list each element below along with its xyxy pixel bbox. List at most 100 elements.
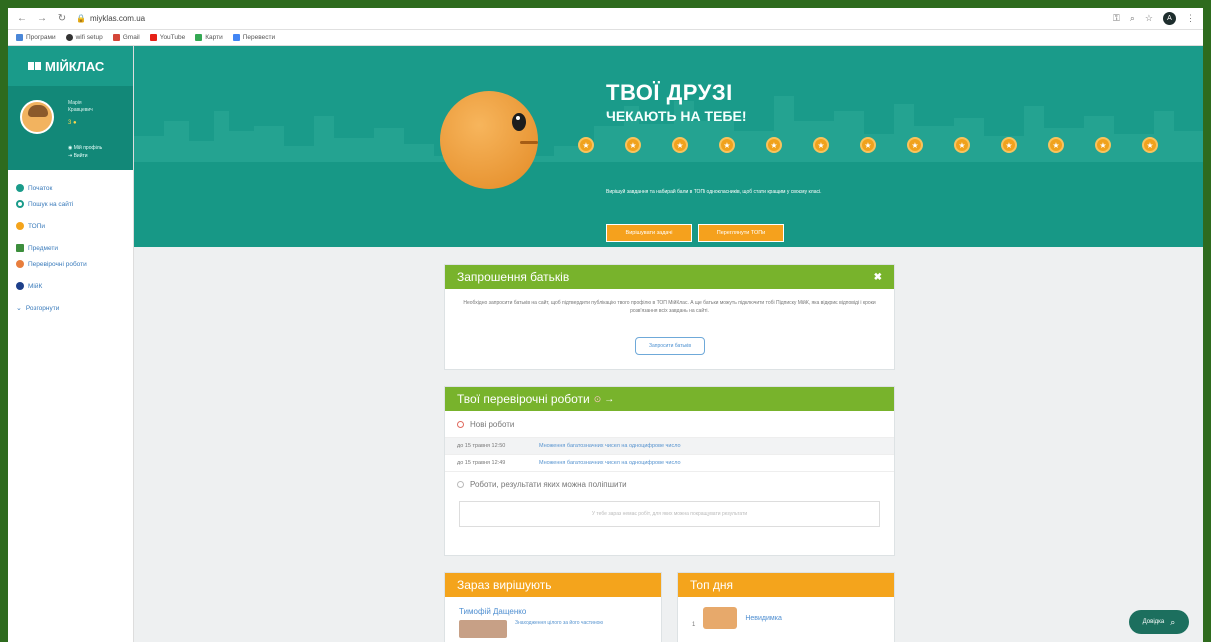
card-header: Зараз вирішують [445, 573, 661, 597]
youtube-icon [149, 34, 157, 41]
banner-description: Вирішуй завдання та набирай бали в ТОПі … [606, 189, 822, 195]
task-link[interactable]: Множення багатозначних чисел на одноцифр… [539, 460, 681, 466]
solve-tasks-button[interactable]: Вирішувати задачі [606, 224, 692, 242]
sidebar-item-search[interactable]: Пошук на сайті [8, 196, 133, 212]
card-title[interactable]: Твої перевірочні роботи [457, 392, 590, 406]
view-tops-button[interactable]: Переглянути ТОПи [698, 224, 784, 242]
miyk-icon [16, 282, 24, 290]
sidebar: МІЙКЛАС Марія Кравцевич 3 ● ◉ Мій профіл… [8, 46, 134, 642]
logout-link[interactable]: ⇥ Вийти [68, 152, 102, 160]
card-header: Топ дня [678, 573, 894, 597]
banner-title: ТВОЇ ДРУЗІ [606, 80, 733, 105]
arrow-right-icon[interactable]: → [604, 394, 614, 405]
translate-icon [232, 34, 240, 41]
improve-tests-header: Роботи, результати яких можна поліпшити [445, 471, 894, 497]
sidebar-item-home[interactable]: Початок [8, 180, 133, 196]
star-icon: ● [73, 120, 77, 126]
circle-icon [457, 481, 464, 488]
sidebar-item-subjects[interactable]: Предмети [8, 240, 133, 256]
empty-state: У тебе зараз немає робіт, для яких можна… [459, 501, 880, 527]
promo-banner: ТВОЇ ДРУЗІ ЧЕКАЮТЬ НА ТЕБЕ! ★ ★ ★ ★ ★ ★ … [134, 46, 1203, 247]
star-icon: ★ [1048, 137, 1064, 153]
address-bar[interactable]: 🔒 miyklas.com.ua [76, 14, 145, 23]
solver-row: Знаходження цілого за його частиною [445, 620, 661, 638]
star-icon: ★ [1095, 137, 1111, 153]
browser-actions: ⚿ ⌕ ☆ A ⋮ [1113, 12, 1195, 25]
profile-links: ◉ Мій профіль ⇥ Вийти [68, 144, 102, 160]
browser-window: ← → ↻ 🔒 miyklas.com.ua ⚿ ⌕ ☆ A ⋮ Програм… [8, 8, 1203, 642]
card-header: Твої перевірочні роботи ⊙ → [445, 387, 894, 411]
invite-parents-card: Запрошення батьків ✖ Необхідно запросити… [444, 264, 895, 370]
bookmark-youtube[interactable]: YouTube [149, 34, 185, 41]
zoom-icon[interactable]: ⌕ [1130, 13, 1135, 24]
help-button[interactable]: Довідка ⌕ [1129, 610, 1189, 634]
logo-icon [28, 62, 41, 70]
tests-icon [16, 260, 24, 268]
sidebar-item-miyk[interactable]: МійК [8, 278, 133, 294]
url-text: miyklas.com.ua [89, 14, 146, 23]
back-icon[interactable]: ← [16, 13, 28, 25]
new-tests-header: Нові роботи [445, 411, 894, 437]
bookmarks-bar: Програми wifi setup Gmail YouTube Карти … [8, 30, 1203, 46]
table-row[interactable]: до 15 травня 12:49 Множення багатозначни… [445, 454, 894, 471]
bookmark-gmail[interactable]: Gmail [112, 34, 140, 41]
task-link[interactable]: Множення багатозначних чисел на одноцифр… [539, 443, 681, 449]
sidebar-nav: Початок Пошук на сайті ТОПи Предмети Пер… [8, 170, 133, 316]
sidebar-item-tests[interactable]: Перевірочні роботи [8, 256, 133, 272]
menu-dots-icon[interactable]: ⋮ [1186, 13, 1195, 24]
profile-name[interactable]: Марія Кравцевич [68, 100, 93, 114]
card-title: Запрошення батьків [457, 270, 570, 284]
mascot-mouth [520, 141, 538, 144]
star-icon: ★ [719, 137, 735, 153]
account-avatar[interactable]: A [1163, 12, 1176, 25]
card-header: Запрошення батьків ✖ [445, 265, 894, 289]
browser-toolbar: ← → ↻ 🔒 miyklas.com.ua ⚿ ⌕ ☆ A ⋮ [8, 8, 1203, 30]
chevron-down-icon: ⌄ [16, 305, 22, 312]
rank-number: 1 [692, 622, 696, 628]
bookmark-apps[interactable]: Програми [16, 34, 56, 41]
solver-name[interactable]: Тимофій Дащенко [445, 597, 661, 620]
avatar[interactable] [20, 100, 54, 134]
star-icon: ★ [578, 137, 594, 153]
search-icon: ⌕ [1170, 616, 1176, 627]
key-icon[interactable]: ⚿ [1113, 13, 1120, 24]
books-icon [16, 244, 24, 252]
sidebar-item-expand[interactable]: ⌄ Розгорнути [8, 300, 133, 316]
site-logo[interactable]: МІЙКЛАС [8, 46, 133, 86]
mascot-eye [512, 113, 526, 131]
bookmark-star-icon[interactable]: ☆ [1145, 13, 1153, 24]
apps-icon [16, 34, 23, 41]
now-solving-card: Зараз вирішують Тимофій Дащенко Знаходже… [444, 572, 662, 642]
top-user-name[interactable]: Невидимка [745, 615, 782, 622]
my-profile-link[interactable]: ◉ Мій профіль [68, 144, 102, 152]
forward-icon[interactable]: → [36, 13, 48, 25]
invite-text: Необхідно запросити батьків на сайт, щоб… [463, 300, 876, 314]
alert-icon [457, 420, 464, 428]
banner-stars: ★ ★ ★ ★ ★ ★ ★ ★ ★ ★ ★ ★ ★ [578, 137, 1158, 153]
star-icon: ★ [954, 137, 970, 153]
profile-stars: 3 ● [68, 120, 77, 126]
invite-parents-button[interactable]: Запросити батьків [635, 337, 705, 355]
solver-task-link[interactable]: Знаходження цілого за його частиною [515, 620, 603, 638]
avatar[interactable] [703, 607, 738, 629]
bookmark-translate[interactable]: Перевести [232, 34, 275, 41]
star-icon: ★ [1001, 137, 1017, 153]
tests-card: Твої перевірочні роботи ⊙ → Нові роботи … [444, 386, 895, 556]
home-icon [16, 184, 24, 192]
bookmark-wifi[interactable]: wifi setup [65, 34, 103, 41]
star-icon: ★ [625, 137, 641, 153]
sidebar-item-tops[interactable]: ТОПи [8, 218, 133, 234]
bookmark-maps[interactable]: Карти [195, 34, 223, 41]
gmail-icon [112, 34, 120, 41]
info-icon[interactable]: ⊙ [594, 394, 602, 405]
reload-icon[interactable]: ↻ [56, 13, 68, 25]
table-row[interactable]: до 15 травня 12:50 Множення багатозначни… [445, 437, 894, 454]
star-icon: ★ [860, 137, 876, 153]
banner-subtitle: ЧЕКАЮТЬ НА ТЕБЕ! [606, 108, 747, 124]
lock-icon: 🔒 [76, 14, 86, 23]
maps-icon [195, 34, 203, 41]
close-icon[interactable]: ✖ [874, 272, 882, 283]
wifi-icon [65, 34, 73, 41]
search-icon [16, 200, 24, 208]
solver-avatar[interactable] [459, 620, 507, 638]
